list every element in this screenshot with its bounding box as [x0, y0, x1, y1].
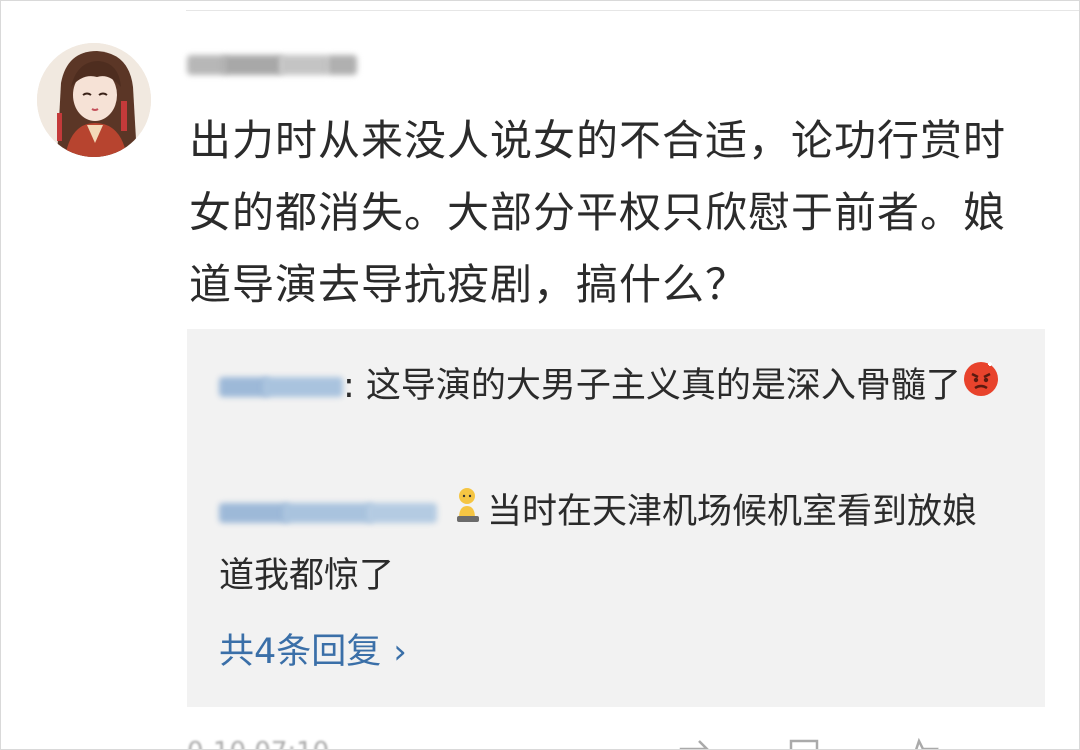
reply-author-blurred[interactable]	[219, 370, 343, 404]
replies-box[interactable]: : 这导演的大男子主义真的是深入骨髓了 当时在天津机场候机室看到放娘道我都惊了 …	[187, 329, 1045, 707]
avatar-illustration	[37, 43, 151, 157]
view-more-replies-link[interactable]: 共4条回复 ›	[219, 625, 407, 679]
avatar[interactable]	[37, 43, 151, 157]
reply-text: 这导演的大男子主义真的是深入骨髓了	[354, 366, 961, 406]
more-replies-label: 共4条回复	[219, 632, 382, 672]
reply-author-blurred[interactable]	[219, 496, 439, 530]
reply-item[interactable]: 当时在天津机场候机室看到放娘道我都惊了	[219, 481, 1009, 608]
comment-timestamp: 0-10 07:10	[187, 737, 329, 749]
comment-card: 出力时从来没人说女的不合适，论功行赏时女的都消失。大部分平权只欣慰于前者。娘道导…	[0, 0, 1080, 750]
reply-item[interactable]: : 这导演的大男子主义真的是深入骨髓了	[219, 355, 1009, 419]
comment-icon[interactable]	[787, 735, 821, 749]
bowing-person-icon	[453, 482, 483, 545]
chevron-right-icon: ›	[393, 632, 407, 672]
divider	[186, 10, 1079, 11]
reply-separator: :	[343, 366, 355, 406]
comment-text: 出力时从来没人说女的不合适，论功行赏时女的都消失。大部分平权只欣慰于前者。娘道导…	[189, 116, 1007, 309]
like-icon[interactable]	[907, 735, 941, 749]
comment-footer: 0-10 07:10	[187, 731, 1047, 749]
commenter-username-blurred[interactable]	[187, 47, 362, 81]
angry-face-icon	[961, 356, 1001, 419]
share-icon[interactable]	[677, 735, 711, 749]
